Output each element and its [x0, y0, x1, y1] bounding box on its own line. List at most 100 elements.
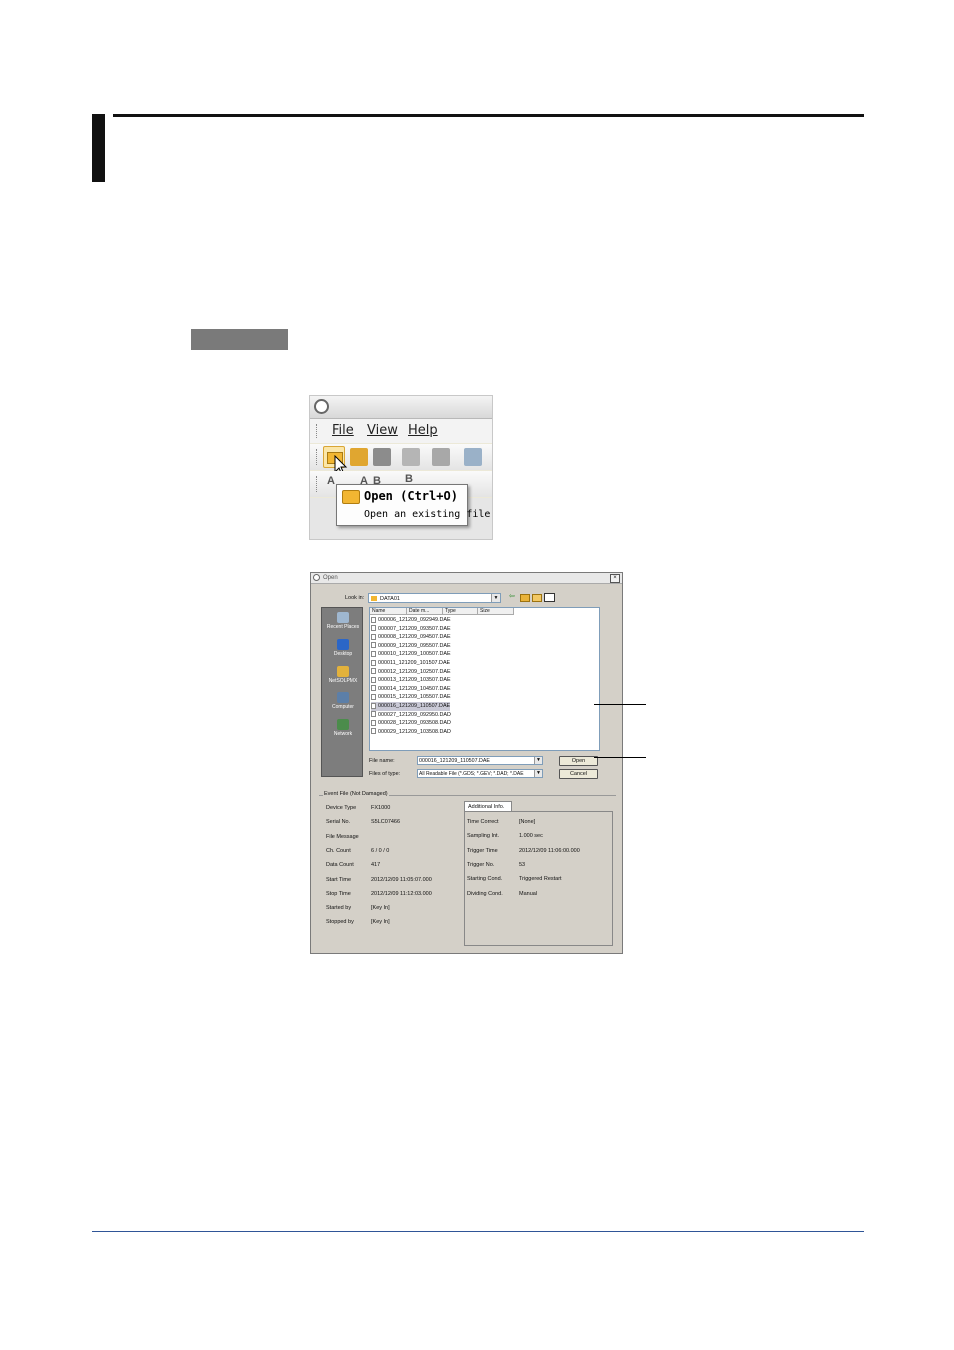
file-row[interactable]: 000006_121209_092949.DAE: [371, 616, 451, 625]
file-row[interactable]: 000007_121209_093507.DAE: [371, 625, 451, 634]
chevron-down-icon[interactable]: ▼: [534, 757, 542, 764]
file-name: 000028_121209_093508.DAD: [378, 720, 451, 727]
file-name-input[interactable]: 000016_121209_110507.DAE ▼: [417, 756, 543, 765]
info-label: Start Time: [326, 876, 352, 883]
new-folder-icon[interactable]: [532, 594, 542, 602]
file-icon: [371, 668, 376, 675]
file-row[interactable]: 000011_121209_101507.DAE: [371, 659, 450, 668]
look-in-value: DATA01: [380, 595, 400, 602]
settings-tool-icon[interactable]: [432, 448, 450, 466]
file-row[interactable]: 000027_121209_092950.DAD: [371, 711, 451, 720]
additional-value: Manual: [519, 890, 538, 897]
menu-help[interactable]: Help: [408, 423, 438, 438]
file-row[interactable]: 000013_121209_103507.DAE: [371, 676, 451, 685]
place-netsolpmx[interactable]: NetSOLPMX: [322, 666, 364, 684]
up-folder-icon[interactable]: [520, 594, 530, 602]
info-value: 417: [371, 862, 381, 869]
column-type[interactable]: Type: [443, 608, 478, 615]
additional-label: Dividing Cond.: [467, 890, 503, 897]
open-dialog-screenshot: Open × Look in: DATA01 ▼ ⇦ Recent Places…: [310, 572, 623, 954]
look-in-label: Look in:: [345, 595, 365, 601]
file-row[interactable]: 000008_121209_094507.DAE: [371, 633, 451, 642]
look-in-select[interactable]: DATA01 ▼: [368, 593, 501, 603]
menu-file[interactable]: File: [332, 423, 354, 438]
info-label: Ch. Count: [326, 847, 351, 854]
chevron-down-icon[interactable]: ▼: [534, 770, 542, 777]
column-size[interactable]: Size: [478, 608, 514, 615]
file-row[interactable]: 000014_121209_104507.DAE: [371, 685, 451, 694]
column-date[interactable]: Date m...: [407, 608, 443, 615]
file-row[interactable]: 000012_121209_102507.DAE: [371, 668, 451, 677]
info-value: 6 / 0 / 0: [371, 847, 390, 854]
copy-icon[interactable]: [402, 448, 420, 466]
procedure-tag: [191, 329, 288, 350]
main-toolbar: [310, 444, 492, 476]
additional-label: Trigger No.: [467, 861, 495, 868]
info-value: FX1000: [371, 805, 391, 811]
transfer-icon[interactable]: [464, 448, 482, 466]
file-row[interactable]: 000015_121209_105507.DAE: [371, 693, 451, 702]
event-file-group-label: Event File (Not Damaged): [323, 791, 389, 797]
file-icon: [371, 616, 376, 623]
open-button[interactable]: Open: [559, 756, 598, 766]
save-icon[interactable]: [373, 448, 391, 466]
file-icon: [371, 693, 376, 700]
file-name: 000010_121209_100507.DAE: [378, 651, 451, 658]
file-row[interactable]: 000029_121209_103508.DAD: [371, 728, 451, 737]
dialog-title-bar: Open ×: [311, 573, 622, 584]
file-name: 000007_121209_093507.DAE: [378, 625, 451, 632]
cancel-button[interactable]: Cancel: [559, 769, 598, 779]
chevron-down-icon[interactable]: ▼: [491, 594, 500, 602]
place-network[interactable]: Network: [322, 719, 364, 737]
additional-label: Sampling Int.: [467, 833, 500, 840]
place-recent[interactable]: Recent Places: [322, 612, 364, 630]
chapter-header-bar: [92, 114, 105, 182]
file-name: 000015_121209_105507.DAE: [378, 694, 451, 701]
additional-value: 1.000 sec: [519, 833, 543, 840]
info-label: Device Type: [326, 805, 357, 811]
callout-open-button: [594, 757, 646, 758]
info-label: Started by: [326, 905, 352, 912]
place-desktop[interactable]: Desktop: [322, 639, 364, 657]
additional-value: 2012/12/09 11:06:00.000: [519, 847, 580, 854]
back-icon[interactable]: ⇦: [509, 592, 515, 600]
file-name: 000011_121209_101507.DAE: [378, 660, 451, 666]
file-list: Name Date m... Type Size 000006_121209_0…: [369, 607, 600, 751]
file-row[interactable]: 000010_121209_100507.DAE: [371, 650, 451, 659]
file-icon: [371, 642, 376, 649]
folder-icon: [371, 595, 377, 601]
chapter-header-rule: [113, 114, 864, 117]
file-name-value: 000016_121209_110507.DAE: [419, 758, 490, 764]
file-name: 000009_121209_095507.DAE: [378, 642, 451, 649]
file-name: 000029_121209_103508.DAD: [378, 728, 451, 735]
toolbar-grip: [316, 449, 319, 465]
info-value: 2012/12/09 11:05:07.000: [371, 876, 432, 883]
info-value: [Key In]: [371, 905, 390, 912]
toolbar-screenshot: File View Help A A B B Open (Ctrl+O) Ope…: [309, 395, 493, 540]
file-icon: [371, 676, 376, 683]
column-name[interactable]: Name: [370, 608, 407, 615]
files-of-type-label: Files of type:: [369, 771, 401, 777]
file-name: 000016_121209_110507.DAE: [378, 703, 451, 709]
view-menu-icon[interactable]: [544, 593, 555, 602]
file-row[interactable]: 000009_121209_095507.DAE: [371, 642, 451, 651]
file-name: 000006_121209_092949.DAE: [378, 617, 451, 623]
file-icon: [371, 719, 376, 726]
open-tooltip: Open (Ctrl+O) Open an existing file: [336, 484, 490, 526]
file-icon: [371, 625, 376, 632]
callout-file-list: [594, 704, 646, 705]
files-of-type-select[interactable]: All Readable File (*.GDS; *.GEV; *.DAD; …: [417, 769, 543, 778]
info-label: Data Count: [326, 862, 354, 869]
file-name: 000027_121209_092950.DAD: [378, 711, 451, 718]
file-row[interactable]: 000016_121209_110507.DAE: [371, 702, 451, 711]
menu-view[interactable]: View: [367, 423, 398, 438]
places-bar: Recent Places Desktop NetSOLPMX Computer…: [321, 607, 363, 777]
file-row[interactable]: 000028_121209_093508.DAD: [371, 719, 451, 728]
cursor-a-label[interactable]: A: [327, 475, 335, 487]
place-computer[interactable]: Computer: [322, 692, 364, 710]
info-label: Stopped by: [326, 919, 354, 926]
close-icon[interactable]: ×: [610, 574, 620, 583]
app-title-bar: [310, 396, 492, 419]
find-file-icon[interactable]: [350, 448, 368, 466]
dialog-title: Open: [323, 574, 338, 581]
